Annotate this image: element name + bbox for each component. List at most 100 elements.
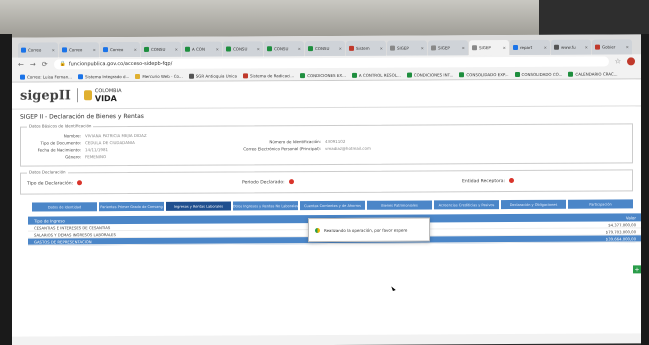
browser-tab[interactable]: SIGEP × xyxy=(469,40,509,56)
genero-value: FEMENINO xyxy=(85,154,107,160)
browser-tab[interactable]: SIGEP × xyxy=(387,40,427,56)
datos-basicos-legend: Datos Básicos de Identificación xyxy=(27,123,94,129)
section-tab[interactable]: Otros Ingresos y Rentas No Laborales xyxy=(233,201,298,211)
bookmark-item[interactable]: SGR Antioquia Unica xyxy=(188,73,237,79)
browser-tab[interactable]: SIGEP × xyxy=(428,40,468,56)
periodo-label: Periodo Declarado: xyxy=(242,180,285,186)
correo-label: Correo Electrónico Personal (Principal): xyxy=(243,146,321,152)
bookmark-item[interactable]: Correo: Luisa Fernan... xyxy=(20,74,72,80)
row-label: GASTOS DE REPRESENTACION xyxy=(34,238,92,245)
bookmark-label: Sistema Integrado d... xyxy=(84,73,130,79)
bookmark-favicon-icon xyxy=(459,71,465,77)
close-icon[interactable]: × xyxy=(175,47,178,52)
section-tab[interactable]: Ingresos y Rentas Laborales xyxy=(166,201,231,211)
browser-tab[interactable]: A CON × xyxy=(182,41,222,57)
bookmark-label: Mercurio Web - Co... xyxy=(142,73,183,79)
bookmark-item[interactable]: CALENDARIO CRAC... xyxy=(568,71,618,77)
section-tab[interactable]: Bienes Patrimoniales xyxy=(367,200,432,210)
sigep-logo[interactable]: sigepII xyxy=(20,88,71,103)
reload-icon[interactable]: ⟳ xyxy=(42,60,48,68)
section-tab[interactable]: Participación xyxy=(568,199,633,209)
browser-tab[interactable]: repart × xyxy=(510,39,550,56)
bookmark-item[interactable]: Mercurio Web - Co... xyxy=(135,73,183,79)
tab-favicon-icon xyxy=(144,46,149,52)
section-tab[interactable]: Declaración y Obligaciones xyxy=(501,199,566,210)
bookmark-favicon-icon xyxy=(242,72,248,78)
bookmark-favicon-icon xyxy=(351,72,357,78)
browser-tab[interactable]: CONSU × xyxy=(264,41,304,57)
tab-label: A CON xyxy=(192,46,205,52)
bookmark-item[interactable]: Sistema Integrado d... xyxy=(77,73,130,79)
bookmark-label: Sistema de Radicaci... xyxy=(249,72,295,78)
tab-label: Correo xyxy=(28,47,42,53)
bookmark-item[interactable]: A CONTROL RESOL... xyxy=(351,72,401,78)
browser-tab[interactable]: Sistem × xyxy=(346,40,386,56)
section-tab[interactable]: Cuentas Corrientes y de Ahorros xyxy=(300,200,365,211)
close-icon[interactable]: × xyxy=(626,44,629,49)
close-icon[interactable]: × xyxy=(421,45,424,50)
tab-label: www.fu xyxy=(561,44,576,50)
close-icon[interactable]: × xyxy=(298,46,301,51)
forward-arrow-icon[interactable]: → xyxy=(30,61,36,69)
bookmark-favicon-icon xyxy=(300,72,306,78)
bookmark-item[interactable]: CONSOLIDADO CO... xyxy=(514,71,562,77)
profile-avatar-icon[interactable] xyxy=(627,57,635,66)
tab-favicon-icon xyxy=(267,46,272,52)
monitor-bezel-left xyxy=(0,34,12,345)
add-button[interactable]: + xyxy=(633,265,641,274)
browser-tab[interactable]: CONSU × xyxy=(141,41,181,57)
fecha-nac-label: Fecha de Nacimiento: xyxy=(37,147,81,153)
bookmark-item[interactable]: CONDICIONES EX... xyxy=(300,72,346,78)
site-header: sigepII COLOMBIA VIDA xyxy=(12,79,641,108)
tab-favicon-icon xyxy=(472,45,477,51)
back-arrow-icon[interactable]: ← xyxy=(18,61,24,69)
bookmark-item[interactable]: Sistema de Radicaci... xyxy=(242,72,295,78)
browser-tab[interactable]: Correo × xyxy=(18,42,58,58)
section-tab[interactable]: Parientes Primer Grado de Consang xyxy=(99,201,164,212)
genero-label: Género: xyxy=(65,154,81,160)
tab-label: Gobier xyxy=(602,44,616,50)
url-input[interactable]: 🔒 funcionpublica.gov.co/acceso-sidepb-fq… xyxy=(53,56,609,70)
close-icon[interactable]: × xyxy=(462,45,465,50)
close-icon[interactable]: × xyxy=(93,47,96,52)
declaracion-row: Tipo de Declaración: Periodo Declarado: … xyxy=(27,175,626,188)
tab-label: SIGEP xyxy=(397,45,409,51)
close-icon[interactable]: × xyxy=(257,46,260,51)
tipo-declaracion-field[interactable]: Tipo de Declaración: xyxy=(27,179,242,187)
section-tab[interactable]: Acreencias Crediticias y Pasivos xyxy=(434,200,499,210)
periodo-field[interactable]: Periodo Declarado: xyxy=(242,178,462,185)
browser-tab[interactable]: Correo × xyxy=(100,41,140,58)
browser-tab-bar: Correo × Correo × Correo × CONSU × A CON × CONSU × C… xyxy=(12,34,641,58)
bookmark-star-icon[interactable]: ☆ xyxy=(615,57,621,65)
section-tab[interactable]: Datos de Identidad xyxy=(32,202,97,212)
error-icon xyxy=(288,179,294,185)
bookmark-item[interactable]: CONSOLIDADO EXP... xyxy=(459,71,509,77)
bookmark-label: CONSOLIDADO EXP... xyxy=(466,71,509,77)
browser-tab[interactable]: CONSU × xyxy=(223,41,263,57)
browser-tab[interactable]: Correo × xyxy=(59,42,99,58)
close-icon[interactable]: × xyxy=(52,47,55,52)
monitor-bezel-right xyxy=(641,34,649,345)
close-icon[interactable]: × xyxy=(339,46,342,51)
close-icon[interactable]: × xyxy=(380,46,383,51)
browser-tab[interactable]: www.fu × xyxy=(551,39,591,55)
close-icon[interactable]: × xyxy=(216,47,219,52)
bookmark-favicon-icon xyxy=(514,71,520,77)
close-icon[interactable]: × xyxy=(544,45,547,50)
entidad-field[interactable]: Entidad Receptora: xyxy=(462,178,515,185)
tab-favicon-icon xyxy=(62,47,67,53)
close-icon[interactable]: × xyxy=(585,45,588,50)
page-content: sigepII COLOMBIA VIDA SIGEP II - Declara… xyxy=(12,79,641,337)
browser-tab[interactable]: CONSU × xyxy=(305,40,345,57)
bookmark-favicon-icon xyxy=(20,74,25,80)
tab-favicon-icon xyxy=(308,46,313,52)
lock-icon: 🔒 xyxy=(59,61,66,68)
datos-declaracion-section: Datos Declaración Tipo de Declaración: P… xyxy=(20,169,633,195)
tipo-declaracion-label: Tipo de Declaración: xyxy=(27,181,74,187)
browser-tab[interactable]: Gobier × xyxy=(592,39,632,55)
close-icon[interactable]: × xyxy=(134,47,137,52)
bookmark-item[interactable]: CONDICIONES INT... xyxy=(406,72,453,78)
entidad-label: Entidad Receptora: xyxy=(462,179,506,185)
close-icon[interactable]: × xyxy=(503,45,506,50)
tab-label: CONSU xyxy=(315,45,330,52)
